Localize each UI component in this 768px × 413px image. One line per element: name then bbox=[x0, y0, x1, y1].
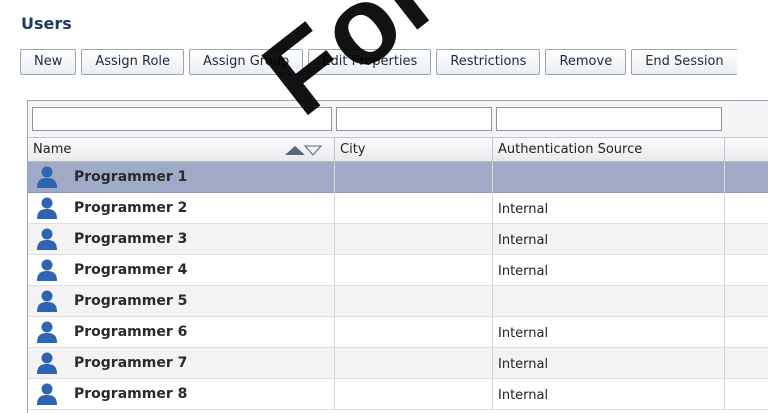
city-column-header[interactable]: City bbox=[335, 138, 493, 162]
auth-source-cell: Internal bbox=[493, 379, 725, 410]
page-title: Users bbox=[21, 14, 72, 33]
name-column-label: Name bbox=[33, 142, 72, 157]
new-button[interactable]: New bbox=[20, 49, 77, 75]
auth-source-filter-input[interactable] bbox=[496, 107, 722, 131]
user-icon bbox=[37, 166, 57, 188]
column-header-row: Name City Authentication Source bbox=[28, 138, 768, 162]
user-icon bbox=[37, 383, 57, 405]
name-cell: Programmer 7 bbox=[28, 348, 335, 379]
users-grid: Name City Authentication Source Programm… bbox=[27, 100, 768, 413]
city-cell bbox=[335, 286, 493, 317]
user-icon bbox=[37, 228, 57, 250]
user-name-text: Programmer 8 bbox=[74, 386, 188, 402]
remove-button[interactable]: Remove bbox=[545, 49, 627, 75]
auth-source-text: Internal bbox=[498, 264, 549, 279]
user-name-text: Programmer 6 bbox=[74, 324, 188, 340]
city-cell bbox=[335, 317, 493, 348]
auth-source-text: Internal bbox=[498, 233, 549, 248]
auth-source-text: Internal bbox=[498, 202, 549, 217]
table-row[interactable]: Programmer 7 Internal bbox=[28, 348, 768, 379]
toolbar: New Assign Role Assign Group Edit Proper… bbox=[20, 49, 742, 75]
user-name-text: Programmer 7 bbox=[74, 355, 188, 371]
table-row[interactable]: Programmer 8 Internal bbox=[28, 379, 768, 410]
edit-properties-button[interactable]: Edit Properties bbox=[308, 49, 432, 75]
auth-source-cell: Internal bbox=[493, 317, 725, 348]
name-cell: Programmer 1 bbox=[28, 162, 335, 193]
city-cell bbox=[335, 193, 493, 224]
table-row[interactable]: Programmer 2 Internal bbox=[28, 193, 768, 224]
city-cell bbox=[335, 255, 493, 286]
name-filter-input[interactable] bbox=[32, 107, 332, 131]
table-row[interactable]: Programmer 1 bbox=[28, 162, 768, 193]
table-row[interactable]: Programmer 5 bbox=[28, 286, 768, 317]
auth-source-cell: Internal bbox=[493, 193, 725, 224]
end-session-button[interactable]: End Session bbox=[631, 49, 737, 75]
auth-source-text: Internal bbox=[498, 357, 549, 372]
user-name-text: Programmer 1 bbox=[74, 169, 188, 185]
user-icon bbox=[37, 290, 57, 312]
city-cell bbox=[335, 162, 493, 193]
user-name-text: Programmer 4 bbox=[74, 262, 188, 278]
user-name-text: Programmer 3 bbox=[74, 231, 188, 247]
name-cell: Programmer 4 bbox=[28, 255, 335, 286]
city-cell bbox=[335, 224, 493, 255]
restrictions-button[interactable]: Restrictions bbox=[436, 49, 541, 75]
assign-group-button[interactable]: Assign Group bbox=[189, 49, 304, 75]
name-cell: Programmer 8 bbox=[28, 379, 335, 410]
sort-arrows-icon[interactable] bbox=[283, 144, 323, 156]
user-icon bbox=[37, 352, 57, 374]
auth-source-text: Internal bbox=[498, 326, 549, 341]
name-column-header[interactable]: Name bbox=[28, 138, 335, 162]
auth-source-cell: Internal bbox=[493, 224, 725, 255]
user-icon bbox=[37, 197, 57, 219]
auth-source-cell: Internal bbox=[493, 348, 725, 379]
table-row[interactable]: Programmer 6 Internal bbox=[28, 317, 768, 348]
user-name-text: Programmer 2 bbox=[74, 200, 188, 216]
auth-source-cell: Internal bbox=[493, 255, 725, 286]
name-cell: Programmer 3 bbox=[28, 224, 335, 255]
auth-source-column-header[interactable]: Authentication Source bbox=[493, 138, 725, 162]
name-cell: Programmer 5 bbox=[28, 286, 335, 317]
city-filter-input[interactable] bbox=[336, 107, 492, 131]
user-icon bbox=[37, 321, 57, 343]
table-row[interactable]: Programmer 4 Internal bbox=[28, 255, 768, 286]
user-name-text: Programmer 5 bbox=[74, 293, 188, 309]
auth-source-cell bbox=[493, 286, 725, 317]
filter-row bbox=[28, 101, 768, 138]
auth-source-cell bbox=[493, 162, 725, 193]
user-icon bbox=[37, 259, 57, 281]
auth-source-text: Internal bbox=[498, 388, 549, 403]
name-cell: Programmer 6 bbox=[28, 317, 335, 348]
auth-source-column-label: Authentication Source bbox=[498, 142, 643, 157]
name-cell: Programmer 2 bbox=[28, 193, 335, 224]
city-column-label: City bbox=[340, 142, 366, 157]
table-row[interactable]: Programmer 3 Internal bbox=[28, 224, 768, 255]
city-cell bbox=[335, 348, 493, 379]
city-cell bbox=[335, 379, 493, 410]
assign-role-button[interactable]: Assign Role bbox=[81, 49, 185, 75]
